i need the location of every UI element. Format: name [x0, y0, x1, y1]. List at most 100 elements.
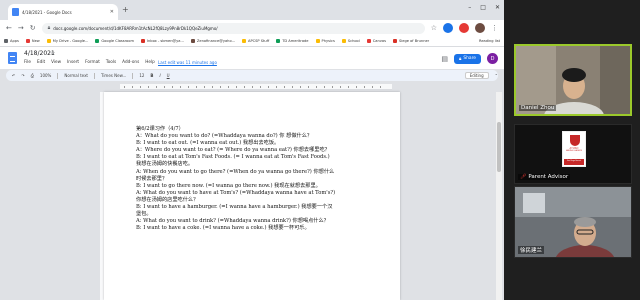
extension-icon[interactable]	[459, 23, 469, 33]
redo-icon[interactable]: ↷	[21, 73, 24, 78]
horizontal-ruler[interactable]	[120, 84, 392, 90]
close-window-icon[interactable]: ✕	[495, 4, 500, 11]
menu-item[interactable]: Format	[85, 59, 100, 64]
bookmark-label: Siege of Brunner	[398, 39, 430, 43]
print-icon[interactable]: ⎙	[31, 73, 34, 78]
bookmark-item[interactable]: Google Classroom	[95, 39, 134, 43]
maximize-icon[interactable]: □	[480, 4, 486, 11]
bookmark-label: Physics	[321, 39, 335, 43]
underline-icon[interactable]: U	[167, 73, 170, 78]
menu-item[interactable]: Insert	[67, 59, 79, 64]
extension-icon[interactable]	[443, 23, 453, 33]
bookmark-item[interactable]: Physics	[315, 39, 335, 43]
new-tab-icon[interactable]: +	[122, 5, 129, 14]
document-page[interactable]: 第6/2课习作（4/7） A：What do you want to do? (=…	[104, 92, 400, 300]
logo-subtitle: MAKING LEADERS	[566, 150, 582, 152]
browser-menu-icon[interactable]: ⋮	[491, 24, 498, 32]
italic-icon[interactable]: I	[159, 73, 160, 78]
lock-icon: 🔒︎	[458, 56, 462, 62]
menu-item[interactable]: Help	[145, 59, 155, 64]
document-body[interactable]: 第6/2课习作（4/7） A：What do you want to do? (=…	[136, 126, 336, 232]
bold-icon[interactable]: B	[150, 73, 153, 78]
bookmark-favicon-icon	[315, 39, 320, 43]
bookmark-label: APCSP Stuff	[248, 39, 270, 43]
bookmark-item[interactable]: New	[25, 39, 40, 43]
bookmark-item[interactable]: My Drive - Google...	[46, 39, 88, 43]
bookmark-favicon-icon	[341, 39, 346, 43]
menu-item[interactable]: View	[51, 59, 61, 64]
menu-item[interactable]: Add-ons	[122, 59, 139, 64]
screen: 4/18/2021 - Google Docs ✕ + – □ ✕ ← → ↻ …	[0, 0, 640, 300]
docs-header-actions: ▤ 🔒︎ Share D	[441, 53, 498, 64]
browser-tab[interactable]: 4/18/2021 - Google Docs ✕	[8, 4, 118, 20]
document-paragraph[interactable]: A: What do you want to have at Tom's? (=…	[136, 190, 336, 204]
undo-icon[interactable]: ↶	[12, 73, 15, 78]
style-select[interactable]: Normal text	[64, 73, 88, 78]
collapse-icon[interactable]: ⌃	[495, 73, 498, 78]
participant-name: 🎤︎ Parent Advisor	[518, 174, 571, 180]
document-scrollbar[interactable]	[496, 92, 502, 300]
zoom-select[interactable]: 100%	[40, 73, 51, 78]
reload-icon[interactable]: ↻	[30, 24, 36, 32]
minimize-icon[interactable]: –	[468, 4, 471, 11]
back-icon[interactable]: ←	[6, 24, 12, 32]
editing-mode-select[interactable]: Editing	[464, 72, 489, 79]
menu-bar: File Edit View Insert Format Tools Add-ons Help	[24, 59, 155, 64]
bookmark-label: Canvas	[372, 39, 386, 43]
document-paragraph[interactable]: B: I want to have a coke. (=I wanna have…	[136, 225, 336, 232]
omnibox[interactable]: 🔒︎ docs.google.com/document/d/1dKF8ARRm1…	[41, 22, 425, 34]
bookmark-favicon-icon	[25, 39, 30, 43]
share-button[interactable]: 🔒︎ Share	[453, 53, 481, 64]
window-controls: – □ ✕	[468, 4, 500, 11]
menu-item[interactable]: Edit	[37, 59, 45, 64]
participant-video-tile[interactable]: Daniel Zhou	[514, 44, 632, 116]
docs-logo-icon[interactable]	[8, 52, 17, 64]
bookmark-item[interactable]: Inbox - sbmen@ya...	[140, 39, 184, 43]
bookmark-label: TD Ameritrade	[282, 39, 309, 43]
account-avatar[interactable]: D	[487, 53, 498, 64]
bookmark-item[interactable]: Siege of Brunner	[392, 39, 430, 43]
star-document-icon[interactable]: ☆	[50, 50, 55, 57]
muted-mic-icon: 🎤︎	[520, 174, 527, 180]
bookmark-item[interactable]: TD Ameritrade	[276, 39, 309, 43]
menu-item[interactable]: File	[24, 59, 31, 64]
participant-gallery: Daniel Zhou AYUSO MAKING LEADERS San Die…	[504, 0, 640, 300]
participant-name: 徐民建兰	[518, 246, 545, 254]
participant-video-tile[interactable]: 徐民建兰	[514, 186, 632, 258]
bookmark-item[interactable]: School	[341, 39, 360, 43]
divider	[57, 72, 59, 79]
logo-band: San Diego Branch	[564, 159, 584, 165]
participant-video-tile[interactable]: AYUSO MAKING LEADERS San Diego Branch 🎤︎…	[514, 124, 632, 184]
bookmark-label: Zenofinance@yaho...	[196, 39, 236, 43]
menu-item[interactable]: Tools	[106, 59, 116, 64]
shield-icon	[570, 135, 580, 146]
organization-logo: AYUSO MAKING LEADERS San Diego Branch	[562, 131, 586, 167]
bookmark-item[interactable]: Zenofinance@yaho...	[190, 39, 236, 43]
formatting-toolbar: ↶ ↷ ⎙ 100% Normal text Times New... 12 B…	[6, 70, 498, 81]
divider	[94, 72, 95, 79]
bookmark-item[interactable]: APCSP Stuff	[242, 39, 269, 43]
document-paragraph[interactable]: B: I want to eat at Tom's Fast Foods. (=…	[136, 154, 336, 168]
profile-avatar[interactable]	[475, 23, 485, 33]
document-paragraph[interactable]: B: I want to go there now. (=I wanna go …	[136, 183, 336, 190]
bookmark-item[interactable]: Apps	[4, 39, 19, 43]
url-text: docs.google.com/document/d/1dKF8ARRm1tAc…	[53, 25, 218, 31]
document-paragraph[interactable]: A: When do you want to go there? (=When …	[136, 169, 336, 183]
browser-tab-strip: 4/18/2021 - Google Docs ✕ + – □ ✕	[0, 0, 504, 20]
font-size-select[interactable]: 12	[139, 73, 144, 78]
comment-history-icon[interactable]: ▤	[441, 55, 448, 63]
docs-header: 4/18/2021 ☆ File Edit View Insert Format Tool…	[0, 47, 504, 69]
bookmark-favicon-icon	[190, 39, 195, 43]
bookmark-favicon-icon	[242, 39, 247, 43]
bookmark-favicon-icon	[95, 39, 100, 43]
document-paragraph[interactable]: B: I want to have a hamburger. (=I wanna…	[136, 204, 336, 218]
font-select[interactable]: Times New...	[101, 73, 126, 78]
reading-list-link[interactable]: Reading list	[479, 39, 504, 43]
forward-icon[interactable]: →	[18, 24, 24, 32]
docs-favicon-icon	[12, 8, 19, 16]
participant-name-text: Daniel Zhou	[521, 105, 555, 111]
bookmark-item[interactable]: Canvas	[366, 39, 386, 43]
close-tab-icon[interactable]: ✕	[110, 9, 114, 15]
star-icon[interactable]: ☆	[431, 24, 437, 32]
last-edit-link[interactable]: Last edit was 11 minutes ago	[158, 60, 217, 65]
